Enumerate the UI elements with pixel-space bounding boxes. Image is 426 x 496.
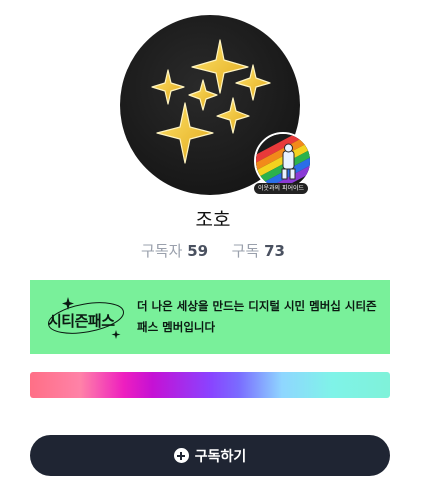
plus-circle-icon: [173, 448, 189, 463]
subscriptions-label: 구독: [231, 242, 260, 260]
profile-stats: 구독자 59 구독 73: [0, 240, 426, 261]
subscriptions-count: 73: [264, 242, 285, 260]
subscribe-button-label: 구독하기: [194, 448, 247, 465]
subscribers-label: 구독자: [141, 242, 183, 260]
citizen-pass-logo: 시티즌패스: [44, 294, 140, 342]
gradient-decoration-bar: [30, 372, 390, 398]
badge-icon[interactable]: [254, 132, 312, 190]
subscribers-stat[interactable]: 구독자 59: [141, 242, 213, 260]
badge-label: 이웃과의 피어이드: [254, 183, 308, 194]
subscribers-count: 59: [187, 242, 209, 260]
subscribe-button[interactable]: 구독하기: [30, 435, 390, 476]
profile-avatar-container: 이웃과의 피어이드: [120, 15, 312, 195]
citizen-pass-logo-text: 시티즌패스: [48, 312, 115, 330]
subscriptions-stat[interactable]: 구독 73: [232, 242, 285, 260]
citizen-pass-banner[interactable]: 시티즌패스 더 나은 세상을 만드는 디지털 시민 멤버십 시티즌패스 멤버입니…: [30, 280, 390, 354]
banner-description: 더 나은 세상을 만드는 디지털 시민 멤버십 시티즌패스 멤버입니다: [137, 299, 377, 334]
profile-name: 조호: [195, 209, 231, 231]
